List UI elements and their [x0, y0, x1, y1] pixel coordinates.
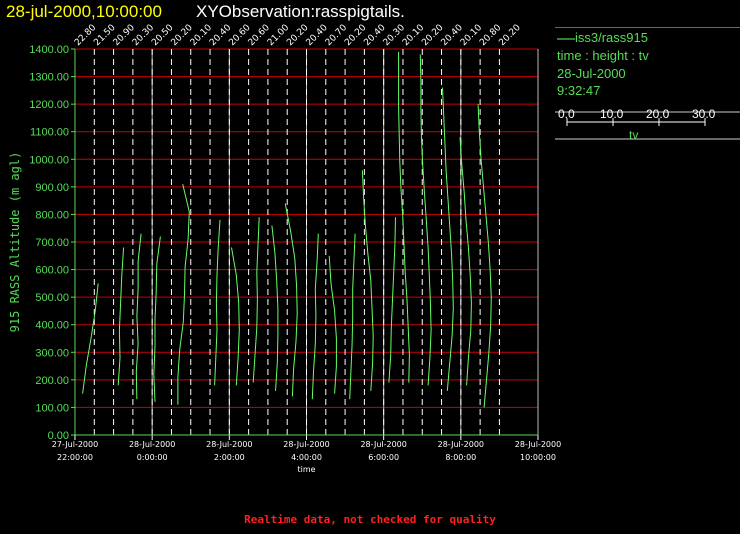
x-axis-title: time	[297, 465, 315, 474]
legend-axes-desc: time : height : tv	[557, 48, 649, 63]
legend-scale-tick-label: 20.0	[646, 107, 670, 121]
profile-trace	[231, 247, 240, 386]
x-tick-time-label: 6:00:00	[368, 453, 399, 462]
y-tick-label: 300.00	[35, 347, 69, 359]
legend-time: 9:32:47	[557, 83, 601, 98]
x-tick-date-label: 27-Jul-2000	[52, 440, 98, 449]
x-tick-time-label: 22:00:00	[57, 453, 93, 462]
x-tick-date-label: 28-Jul-2000	[515, 440, 561, 449]
y-tick-label: 700.00	[35, 237, 69, 249]
x-tick-time-label: 8:00:00	[445, 453, 476, 462]
y-tick-label: 1400.00	[29, 44, 69, 56]
x-tick-time-label: 2:00:00	[214, 453, 245, 462]
profile-trace	[117, 247, 125, 386]
x-tick-date-label: 28-Jul-2000	[438, 440, 484, 449]
legend-panel: iss3/rass915 time : height : tv 28-Jul-2…	[555, 27, 740, 147]
y-axis-title: 915 RASS Altitude (m agl)	[8, 152, 22, 333]
y-tick-label: 400.00	[35, 320, 69, 332]
x-tick-time-label: 0:00:00	[137, 453, 168, 462]
quality-disclaimer: Realtime data, not checked for quality	[244, 513, 496, 526]
profile-trace	[177, 183, 190, 405]
x-tick-time-label: 4:00:00	[291, 453, 322, 462]
x-tick-time-label: 10:00:00	[520, 453, 556, 462]
profile-trace	[398, 51, 410, 383]
axis-labels: 0.00100.00200.00300.00400.00500.00600.00…	[8, 23, 561, 474]
profile-trace	[349, 233, 356, 400]
y-tick-label: 100.00	[35, 402, 69, 414]
y-tick-label: 1100.00	[30, 127, 69, 139]
profile-top-label: 20.20	[497, 23, 522, 48]
profile-trace	[271, 225, 279, 391]
y-tick-label: 200.00	[35, 375, 69, 387]
y-tick-label: 500.00	[35, 292, 69, 304]
legend-scale-tick-label: 10.0	[600, 107, 624, 121]
legend-series-name: iss3/rass915	[575, 30, 648, 45]
y-tick-label: 800.00	[35, 209, 69, 221]
profile-trace	[82, 283, 99, 394]
y-tick-label: 900.00	[35, 182, 69, 194]
y-tick-label: 1000.00	[29, 154, 69, 166]
profile-trace	[135, 233, 142, 400]
y-tick-label: 600.00	[35, 265, 69, 277]
profile-trace	[442, 87, 454, 391]
legend-scale-tick-label: 30.0	[692, 107, 716, 121]
profile-trace	[214, 219, 221, 386]
x-tick-date-label: 28-Jul-2000	[283, 440, 329, 449]
x-tick-date-label: 28-Jul-2000	[129, 440, 175, 449]
x-tick-date-label: 28-Jul-2000	[360, 440, 406, 449]
legend-scale-label: tv	[629, 128, 639, 142]
profile-trace	[153, 236, 161, 402]
profile-trace	[311, 233, 319, 400]
legend-scale-tick-label: 0.0	[558, 107, 575, 121]
x-tick-date-label: 28-Jul-2000	[206, 440, 252, 449]
legend-date: 28-Jul-2000	[557, 66, 626, 81]
y-tick-label: 1300.00	[29, 72, 69, 84]
profile-trace	[459, 137, 472, 386]
y-tick-label: 1200.00	[29, 99, 69, 111]
